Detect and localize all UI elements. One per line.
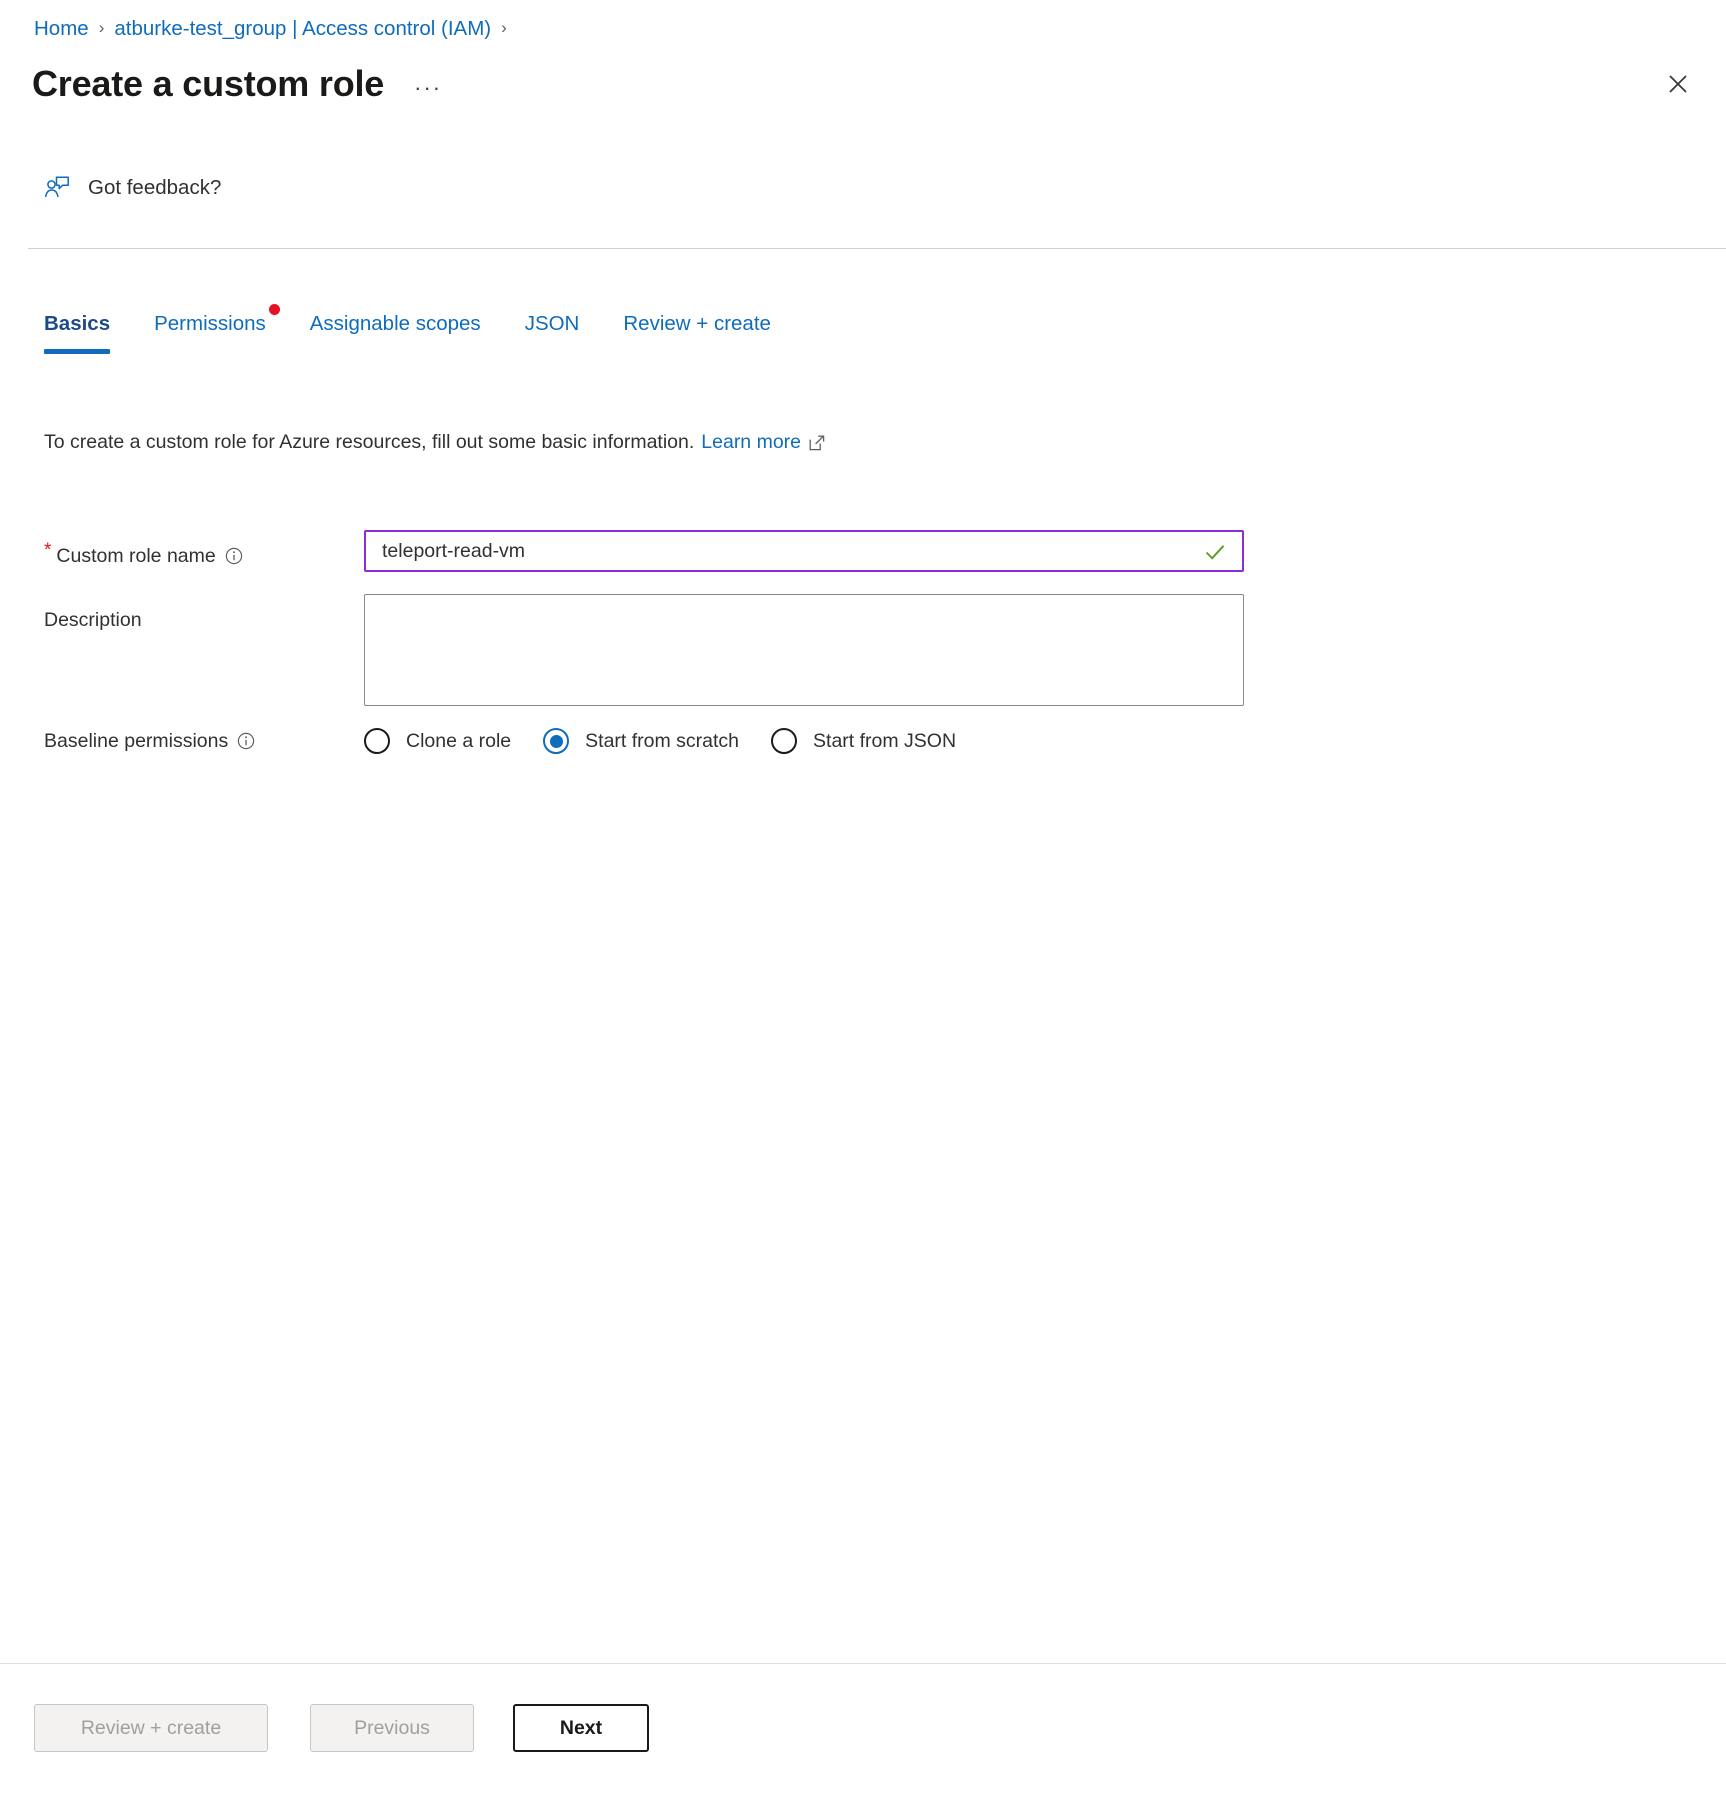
tab-list: Basics Permissions Assignable scopes JSO… [44,310,815,354]
custom-role-name-input-wrap [364,530,1244,572]
radio-clone-a-role-label: Clone a role [406,730,511,753]
tab-permissions-label: Permissions [154,312,266,335]
intro-text: To create a custom role for Azure resour… [44,428,694,456]
close-button[interactable] [1656,62,1700,106]
breadcrumb-separator-icon: › [99,14,105,42]
breadcrumb-item-home[interactable]: Home [34,15,89,43]
field-description: Description [44,594,1244,706]
custom-role-name-input[interactable] [364,530,1244,572]
intro-text-row: To create a custom role for Azure resour… [44,428,825,456]
info-icon[interactable] [237,732,255,750]
tab-review-create-label: Review + create [623,312,771,335]
tab-assignable-scopes[interactable]: Assignable scopes [310,310,481,354]
got-feedback-button[interactable]: Got feedback? [44,168,221,208]
basics-form: * Custom role name Description [44,530,1244,754]
field-baseline-permissions: Baseline permissions Clone a role Start … [44,728,1244,754]
close-icon [1665,71,1691,97]
breadcrumb-item-access-control[interactable]: atburke-test_group | Access control (IAM… [114,15,491,43]
title-row: Create a custom role ··· [32,60,442,108]
external-link-icon [809,435,825,451]
tab-json[interactable]: JSON [525,310,580,354]
got-feedback-label: Got feedback? [88,175,221,201]
baseline-permissions-label-group: Baseline permissions [44,728,364,754]
custom-role-name-label: Custom role name [56,543,215,569]
custom-role-name-label-group: * Custom role name [44,530,364,569]
tab-assignable-scopes-label: Assignable scopes [310,312,481,335]
page-title: Create a custom role [32,60,384,108]
breadcrumb-separator-icon: › [501,14,507,42]
description-label: Description [44,607,142,633]
radio-clone-a-role[interactable]: Clone a role [364,728,511,754]
tab-json-label: JSON [525,312,580,335]
footer-bar: Review + create Previous Next [0,1664,1726,1800]
learn-more-link[interactable]: Learn more [701,428,801,456]
create-custom-role-blade: Home › atburke-test_group | Access contr… [0,0,1726,1800]
tab-basics-label: Basics [44,312,110,335]
description-label-group: Description [44,594,364,633]
required-asterisk: * [44,543,51,557]
tab-review-create[interactable]: Review + create [623,310,771,354]
previous-button[interactable]: Previous [310,1704,474,1752]
radio-start-from-scratch-label: Start from scratch [585,730,739,753]
baseline-permissions-label: Baseline permissions [44,728,228,754]
more-options-button[interactable]: ··· [414,78,442,98]
tab-permissions[interactable]: Permissions [154,310,266,354]
radio-start-from-scratch-circle[interactable] [543,728,569,754]
review-create-button[interactable]: Review + create [34,1704,268,1752]
description-textarea[interactable] [364,594,1244,706]
field-custom-role-name: * Custom role name [44,530,1244,572]
radio-start-from-json-label: Start from JSON [813,730,956,753]
radio-start-from-json-circle[interactable] [771,728,797,754]
header-divider [28,248,1726,249]
radio-clone-a-role-circle[interactable] [364,728,390,754]
radio-start-from-json[interactable]: Start from JSON [771,728,956,754]
radio-start-from-scratch[interactable]: Start from scratch [543,728,739,754]
info-icon[interactable] [225,547,243,565]
feedback-person-icon [44,175,70,201]
breadcrumb: Home › atburke-test_group | Access contr… [34,15,517,43]
next-button[interactable]: Next [513,1704,649,1752]
tab-basics[interactable]: Basics [44,310,110,354]
tab-permissions-alert-dot-icon [269,304,280,315]
